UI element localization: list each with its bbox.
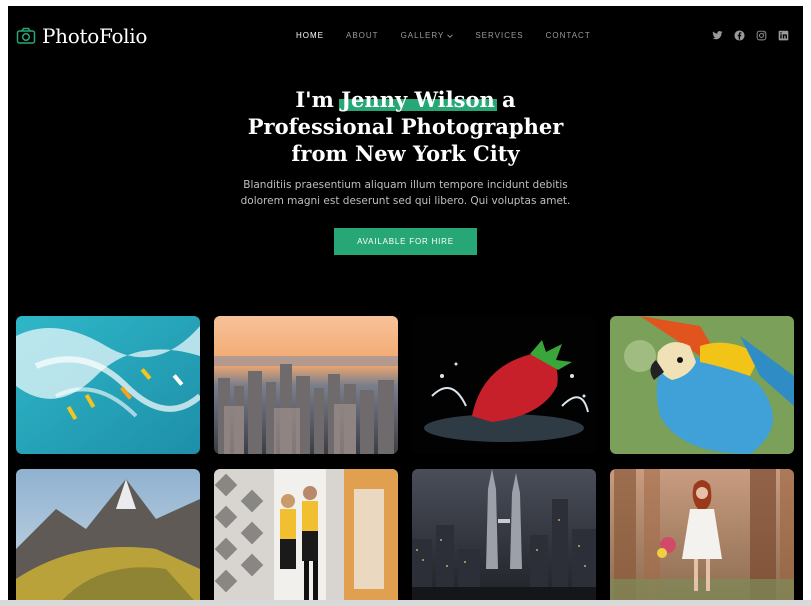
macaw-parrot-photo[interactable] bbox=[610, 316, 794, 454]
nav-about[interactable]: ABOUT bbox=[346, 31, 379, 40]
surfers-photo[interactable] bbox=[16, 316, 200, 454]
instagram-icon[interactable] bbox=[756, 30, 767, 41]
city-night-towers-photo[interactable] bbox=[412, 469, 596, 602]
camera-icon bbox=[16, 27, 36, 44]
mountain-peaks-photo[interactable] bbox=[16, 469, 200, 602]
hero-subtitle-line2: dolorem magni est deserunt sed qui liber… bbox=[240, 195, 571, 207]
linkedin-icon[interactable] bbox=[778, 30, 789, 41]
mirror-fashion-photo[interactable] bbox=[214, 469, 398, 602]
main-nav: HOME ABOUT GALLERY SERVICES CONTACT bbox=[296, 31, 613, 40]
logo[interactable]: PhotoFolio bbox=[16, 24, 147, 48]
page-bottom-edge bbox=[0, 600, 811, 606]
forest-woman-photo[interactable] bbox=[610, 469, 794, 602]
site-header: PhotoFolio HOME ABOUT GALLERY SERVICES C… bbox=[8, 6, 803, 66]
logo-text: PhotoFolio bbox=[42, 24, 148, 48]
hero-subtitle: Blanditiis praesentium aliquam illum tem… bbox=[236, 177, 576, 209]
highlighted-name-text: Jenny Wilson bbox=[341, 87, 495, 112]
nav-gallery-label: GALLERY bbox=[400, 31, 445, 40]
highlighted-name: Jenny Wilson bbox=[339, 86, 497, 113]
hero-title: I'm Jenny Wilson a Professional Photogra… bbox=[8, 86, 803, 167]
city-skyline-photo[interactable] bbox=[214, 316, 398, 454]
nav-home-label: HOME bbox=[296, 31, 324, 40]
hero-title-pre: I'm bbox=[295, 87, 342, 112]
nav-contact[interactable]: CONTACT bbox=[546, 31, 591, 40]
strawberry-splash-photo[interactable] bbox=[412, 316, 596, 454]
nav-services[interactable]: SERVICES bbox=[475, 31, 523, 40]
hero-subtitle-line1: Blanditiis praesentium aliquam illum tem… bbox=[243, 179, 568, 191]
hero-title-line2: Professional Photographer bbox=[247, 114, 564, 139]
available-for-hire-button[interactable]: AVAILABLE FOR HIRE bbox=[334, 228, 477, 255]
nav-services-label: SERVICES bbox=[475, 31, 524, 40]
social-links bbox=[701, 30, 789, 41]
nav-home[interactable]: HOME bbox=[296, 31, 324, 40]
facebook-icon[interactable] bbox=[734, 30, 745, 41]
hero-section: I'm Jenny Wilson a Professional Photogra… bbox=[8, 86, 803, 255]
nav-contact-label: CONTACT bbox=[545, 31, 591, 40]
page-frame: PhotoFolio HOME ABOUT GALLERY SERVICES C… bbox=[8, 6, 803, 602]
nav-about-label: ABOUT bbox=[346, 31, 379, 40]
hero-title-post: a bbox=[494, 87, 516, 112]
twitter-icon[interactable] bbox=[712, 30, 723, 41]
chevron-down-icon bbox=[447, 33, 454, 38]
hero-title-line3: from New York City bbox=[291, 141, 520, 166]
nav-gallery[interactable]: GALLERY bbox=[401, 31, 454, 40]
